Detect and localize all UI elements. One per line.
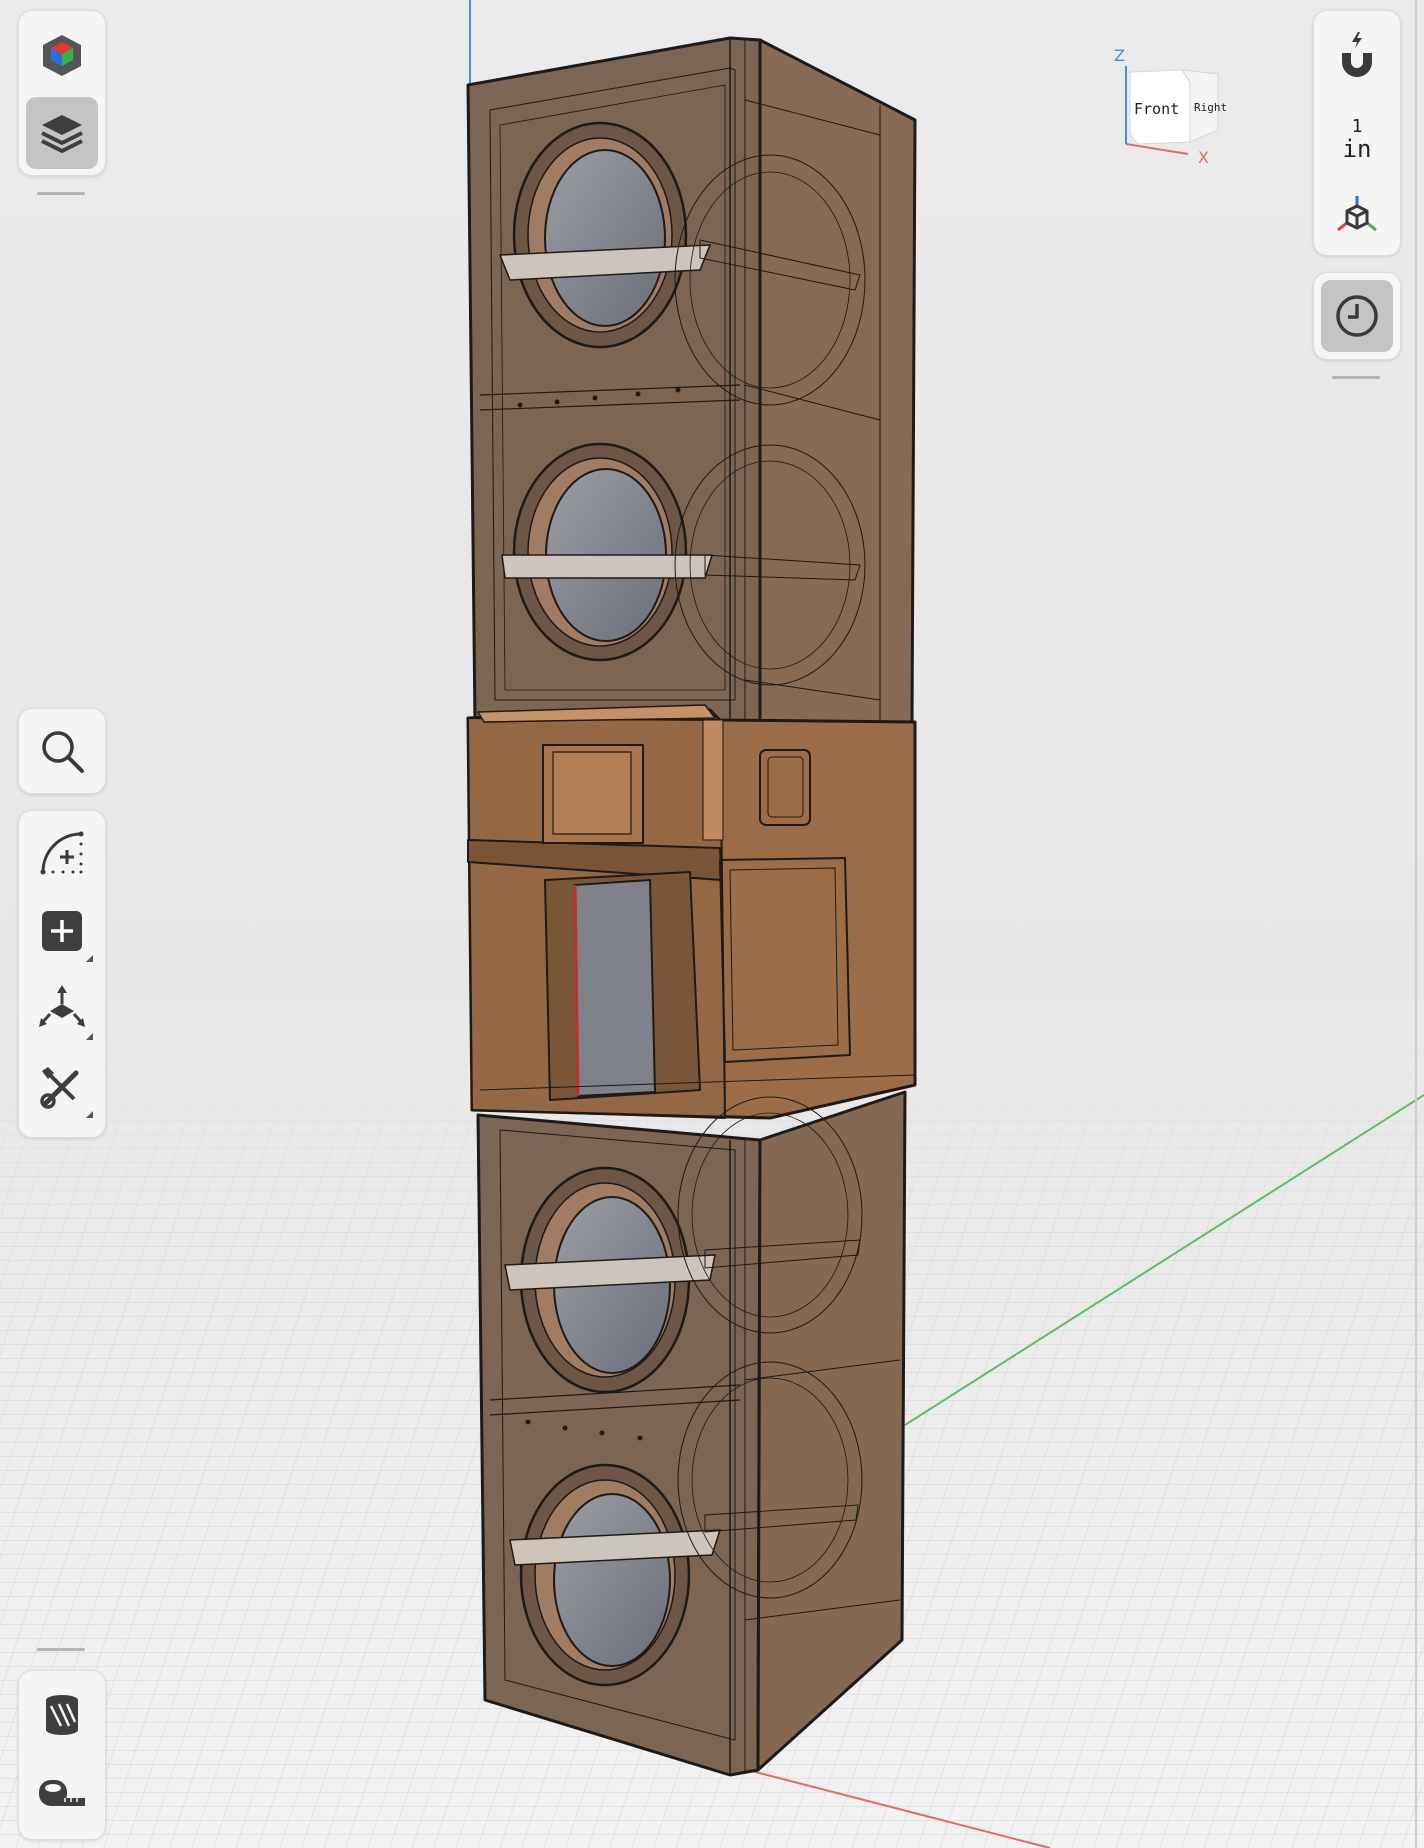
axes-cube-icon (1337, 196, 1377, 232)
snap-toggle-button[interactable] (1321, 19, 1393, 91)
modify-tools-icon (40, 1067, 79, 1109)
appearance-button[interactable] (26, 19, 98, 91)
units-display[interactable]: 1 in (1314, 111, 1400, 171)
middle-cabinet[interactable] (466, 704, 917, 1120)
view-cube-axis-z: Z (1114, 46, 1125, 65)
layers-button[interactable] (26, 97, 98, 169)
left-toolbar-bottom (18, 1670, 106, 1840)
add-primitive-icon (42, 911, 82, 951)
transform-move-icon (39, 985, 85, 1027)
modify-tools-button[interactable] (26, 1051, 98, 1123)
section-view-icon (46, 1695, 78, 1735)
view-cube-front-face[interactable]: Front (1134, 100, 1179, 118)
measure-tape-icon (39, 1780, 85, 1806)
search-button[interactable] (26, 715, 98, 787)
submenu-indicator (86, 1033, 93, 1040)
add-primitive-button[interactable] (26, 895, 98, 967)
left-toolbar-top (18, 10, 106, 176)
appearance-cube-icon (43, 35, 81, 76)
view-cube-axis-x: X (1198, 148, 1209, 167)
layers-icon (41, 115, 83, 153)
right-toolbar: 1 in (1313, 10, 1401, 256)
sketch-button[interactable] (26, 817, 98, 889)
magnet-snap-icon (1342, 32, 1372, 77)
left-toolbar-tools (18, 810, 106, 1138)
upper-cabinet-side-face (758, 38, 917, 724)
sketch-arc-icon (40, 831, 84, 875)
right-toolbar-grip[interactable] (1332, 376, 1380, 379)
lower-cabinet[interactable] (476, 1090, 907, 1777)
left-bottom-grip[interactable] (37, 1648, 85, 1651)
history-panel (1313, 272, 1401, 360)
search-icon (42, 731, 84, 773)
view-cube[interactable]: Z X Front Right (1110, 44, 1230, 167)
submenu-indicator (86, 1111, 93, 1118)
transform-button[interactable] (26, 973, 98, 1045)
history-clock-icon (1336, 295, 1378, 337)
left-toolbar-search (18, 708, 106, 794)
units-label: in (1342, 135, 1372, 163)
view-cube-right-face[interactable]: Right (1194, 101, 1227, 114)
submenu-indicator (86, 955, 93, 962)
view-orientation-button[interactable] (1321, 179, 1393, 251)
section-view-button[interactable] (26, 1679, 98, 1751)
3d-viewport[interactable] (0, 0, 1424, 1848)
history-button[interactable] (1321, 280, 1393, 352)
left-toolbar-grip[interactable] (37, 192, 85, 195)
measure-button[interactable] (26, 1757, 98, 1829)
